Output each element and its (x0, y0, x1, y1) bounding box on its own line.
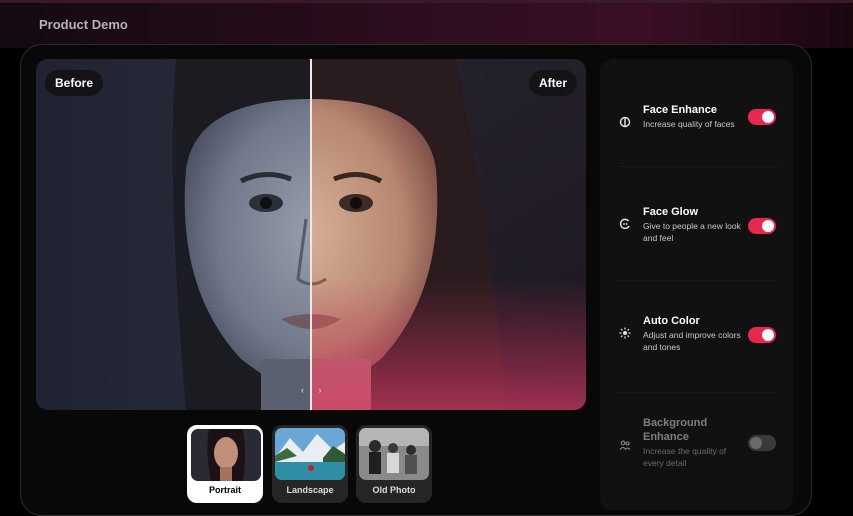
features-panel: Face Enhance Increase quality of faces F… (600, 59, 793, 510)
page-title: Product Demo (39, 17, 128, 32)
feature-title: Face Enhance (643, 104, 717, 116)
feature-title: Background Enhance (643, 417, 708, 443)
feature-description: Adjust and improve colors and tones (643, 330, 741, 352)
before-after-viewer[interactable]: ‹ › Before After (36, 59, 586, 410)
divider (618, 166, 778, 167)
feature-title: Auto Color (643, 315, 700, 327)
header-top-line (0, 0, 853, 3)
sun-icon (619, 326, 631, 339)
divider (618, 392, 778, 393)
divider (618, 280, 778, 281)
thumbnail-label: Landscape (286, 485, 334, 495)
feature-background-enhance: Background Enhance Increase the quality … (600, 416, 793, 486)
landscape-thumbnail-image (275, 428, 345, 480)
drag-handle-icon[interactable]: ‹ › (301, 385, 328, 395)
before-label: Before (45, 70, 104, 96)
thumbnail-label: Portrait (208, 485, 241, 495)
portrait-thumbnail-image (191, 429, 261, 481)
before-image (36, 59, 311, 410)
feature-description: Give to people a new look and feel (643, 221, 741, 243)
feature-title: Face Glow (643, 206, 699, 218)
after-label: After (528, 70, 577, 96)
comparison-divider[interactable] (310, 59, 312, 410)
people-icon (619, 438, 631, 450)
thumbnail-label: Old Photo (372, 485, 416, 495)
after-image (311, 59, 586, 410)
feature-description: Increase the quality of every detail (643, 446, 727, 468)
old-photo-thumbnail-image (359, 428, 429, 480)
feature-auto-color: Auto Color Adjust and improve colors and… (600, 314, 793, 384)
face-enhance-toggle[interactable] (748, 109, 776, 125)
background-enhance-toggle[interactable] (748, 435, 776, 451)
auto-color-toggle[interactable] (748, 327, 776, 343)
feature-description: Increase quality of faces (643, 119, 735, 129)
feature-face-glow: Face Glow Give to people a new look and … (600, 205, 793, 275)
thumbnail-portrait[interactable]: Portrait (187, 425, 263, 503)
thumbnail-old-photo[interactable]: Old Photo (356, 425, 432, 503)
face-glow-toggle[interactable] (748, 218, 776, 234)
feature-face-enhance: Face Enhance Increase quality of faces (600, 103, 793, 173)
shield-icon (619, 115, 631, 128)
thumbnail-landscape[interactable]: Landscape (272, 425, 348, 503)
glow-icon (619, 217, 631, 230)
